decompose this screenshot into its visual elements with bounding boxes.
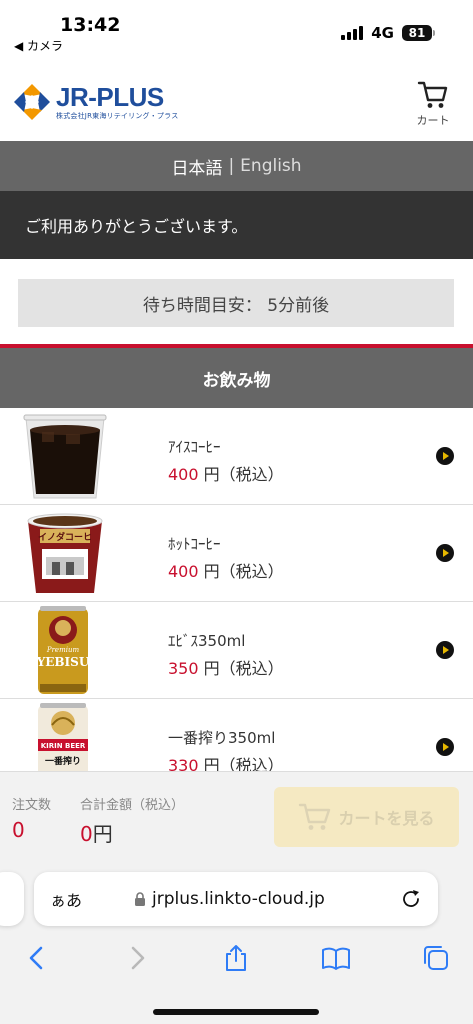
total-amount-value: 0: [80, 822, 93, 846]
language-switcher: 日本語 | English: [0, 141, 473, 191]
order-count: 0: [12, 818, 25, 842]
product-row[interactable]: Premium YEBISU ｴﾋﾞｽ350ml 350 円（税込）: [0, 602, 473, 699]
hot-coffee-image: イノダコーヒ: [27, 513, 103, 593]
url-text: jrplus.linkto-cloud.jp: [152, 889, 325, 909]
cart-icon: [417, 81, 448, 108]
category-title: お飲み物: [202, 370, 271, 391]
product-list: ｱｲｽｺｰﾋｰ 400 円（税込） イノダコーヒ ﾎｯﾄｺｰﾋｰ 400 円（税…: [0, 408, 473, 771]
page-settings-button[interactable]: ぁあ: [50, 887, 82, 911]
kirin-sub-label: 一番搾り: [45, 755, 81, 767]
product-price: 350 円（税込）: [168, 655, 284, 679]
product-row[interactable]: KIRIN BEER 一番搾り 一番搾り350ml 330 円（税込）: [0, 699, 473, 771]
total-amount-label: 合計金額（税込）: [80, 798, 185, 813]
product-price: 330 円（税込）: [168, 752, 284, 771]
jr-plus-logo-icon: [14, 84, 50, 120]
back-chevron-icon[interactable]: [22, 943, 52, 973]
price-value: 330: [168, 756, 199, 771]
product-row[interactable]: イノダコーヒ ﾎｯﾄｺｰﾋｰ 400 円（税込）: [0, 505, 473, 602]
lang-english-link[interactable]: English: [240, 156, 301, 176]
lang-japanese-link[interactable]: 日本語: [171, 154, 222, 179]
logo-name: JR-PLUS: [56, 82, 164, 112]
url-display[interactable]: jrplus.linkto-cloud.jp: [134, 889, 325, 909]
play-arrow-icon[interactable]: [435, 543, 455, 563]
price-value: 400: [168, 562, 199, 581]
total-amount-unit: 円: [92, 822, 113, 846]
category-header: お飲み物: [0, 348, 473, 408]
thanks-message: ご利用ありがとうございます。: [25, 217, 248, 236]
wait-time-box: 待ち時間目安： 5分前後: [18, 279, 454, 327]
home-indicator: [153, 1009, 319, 1015]
wait-time-text: 待ち時間目安： 5分前後: [142, 295, 330, 316]
yebisu-brand-label: YEBISU: [36, 655, 90, 669]
play-arrow-icon[interactable]: [435, 640, 455, 660]
view-cart-button[interactable]: カートを見る: [274, 787, 459, 847]
bookmarks-icon[interactable]: [321, 943, 351, 973]
lock-icon: [135, 891, 145, 906]
iced-coffee-image: [23, 414, 107, 499]
product-name: ｴﾋﾞｽ350ml: [168, 632, 246, 650]
product-price: 400 円（税込）: [168, 461, 284, 485]
status-bar: 13:42 ◀ カメラ 4G 81: [0, 0, 473, 62]
logo-subtitle: 株式会社JR東海リテイリング・プラス: [56, 112, 179, 120]
price-unit: 円（税込）: [203, 465, 284, 484]
product-name: 一番搾り350ml: [168, 729, 276, 747]
kirin-can-image: KIRIN BEER 一番搾り: [38, 703, 88, 771]
thanks-banner: ご利用ありがとうございます。: [0, 191, 473, 259]
hot-cup-brand: イノダコーヒ: [38, 531, 92, 543]
kirin-brand-label: KIRIN BEER: [41, 742, 86, 750]
price-unit: 円（税込）: [203, 562, 284, 581]
reload-icon[interactable]: [400, 888, 422, 910]
network-type: 4G: [371, 24, 394, 42]
address-bar[interactable]: ぁあ jrplus.linkto-cloud.jp: [34, 872, 438, 926]
lang-separator: |: [228, 156, 235, 176]
browser-toolbar: [0, 933, 473, 1024]
product-price: 400 円（税込）: [168, 558, 284, 582]
order-count-label: 注文数: [12, 798, 52, 813]
tabs-icon[interactable]: [421, 943, 451, 973]
price-value: 400: [168, 465, 199, 484]
battery-icon: 81: [402, 25, 435, 41]
yebisu-premium-label: Premium: [46, 646, 80, 654]
price-unit: 円（税込）: [203, 659, 284, 678]
back-to-camera-link[interactable]: ◀ カメラ: [14, 37, 63, 54]
battery-level: 81: [402, 25, 432, 41]
site-header: JR-PLUS 株式会社JR東海リテイリング・プラス カート: [0, 62, 473, 140]
product-name: ｱｲｽｺｰﾋｰ: [168, 438, 221, 456]
cellular-signal-icon: [341, 26, 364, 40]
status-time: 13:42: [60, 14, 121, 36]
play-arrow-icon[interactable]: [435, 446, 455, 466]
cart-label: カート: [416, 114, 450, 127]
product-row[interactable]: ｱｲｽｺｰﾋｰ 400 円（税込）: [0, 408, 473, 505]
view-cart-label: カートを見る: [338, 811, 435, 828]
header-cart-button[interactable]: カート: [413, 80, 453, 128]
play-arrow-icon[interactable]: [435, 737, 455, 757]
previous-tab-peek[interactable]: [0, 872, 24, 926]
cart-icon: [299, 803, 331, 830]
price-value: 350: [168, 659, 199, 678]
browser-address-area: ぁあ jrplus.linkto-cloud.jp: [0, 863, 473, 933]
order-summary-bar: 注文数 0 合計金額（税込） 0円 カートを見る: [0, 771, 473, 863]
jr-plus-logo[interactable]: JR-PLUS 株式会社JR東海リテイリング・プラス: [12, 82, 178, 122]
price-unit: 円（税込）: [203, 756, 284, 771]
product-name: ﾎｯﾄｺｰﾋｰ: [168, 535, 221, 553]
share-icon[interactable]: [221, 943, 251, 973]
total-amount: 0円: [80, 818, 113, 847]
status-indicators: 4G 81: [341, 24, 435, 42]
yebisu-can-image: Premium YEBISU: [36, 606, 90, 694]
forward-chevron-icon[interactable]: [122, 943, 152, 973]
